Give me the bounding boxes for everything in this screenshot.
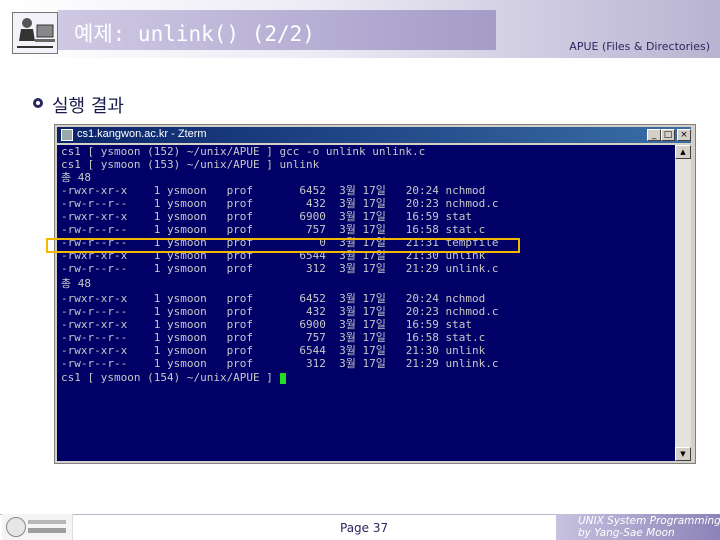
terminal-output[interactable]: cs1 [ ysmoon (152) ~/unix/APUE ] gcc -o … xyxy=(57,145,675,461)
scroll-down-button[interactable]: ▼ xyxy=(675,447,691,461)
terminal-line: -rw-r--r-- 1 ysmoon prof 757 3월 17일 16:5… xyxy=(61,223,486,236)
terminal-line: 총 48 xyxy=(61,171,91,184)
terminal-line: -rwxr-xr-x 1 ysmoon prof 6900 3월 17일 16:… xyxy=(61,210,472,223)
page-number: Page 37 xyxy=(340,521,389,535)
slide-title: 예제: unlink() (2/2) xyxy=(74,22,315,46)
close-button[interactable]: × xyxy=(677,129,691,141)
terminal-line: cs1 [ ysmoon (152) ~/unix/APUE ] gcc -o … xyxy=(61,145,426,158)
terminal-line: -rw-r--r-- 1 ysmoon prof 757 3월 17일 16:5… xyxy=(61,331,486,344)
terminal-title: cs1.kangwon.ac.kr - Zterm xyxy=(77,128,207,140)
terminal-line: -rwxr-xr-x 1 ysmoon prof 6900 3월 17일 16:… xyxy=(61,318,472,331)
terminal-line: -rwxr-xr-x 1 ysmoon prof 6544 3월 17일 21:… xyxy=(61,344,486,357)
scroll-up-button[interactable]: ▲ xyxy=(675,145,691,159)
terminal-line: -rw-r--r-- 1 ysmoon prof 432 3월 17일 20:2… xyxy=(61,197,499,210)
person-computer-icon xyxy=(12,12,58,54)
terminal-line: cs1 [ ysmoon (153) ~/unix/APUE ] unlink xyxy=(61,158,320,171)
terminal-line: 총 48 xyxy=(61,277,91,290)
section-subtitle: 실행 결과 xyxy=(52,96,124,117)
bullet-icon xyxy=(33,98,43,108)
terminal-line: -rw-r--r-- 1 ysmoon prof 312 3월 17일 21:2… xyxy=(61,262,499,275)
terminal-line: -rwxr-xr-x 1 ysmoon prof 6452 3월 17일 20:… xyxy=(61,292,486,305)
minimize-button[interactable]: _ xyxy=(647,129,661,141)
terminal-app-icon xyxy=(61,129,73,141)
terminal-prompt: cs1 [ ysmoon (154) ~/unix/APUE ] xyxy=(61,371,280,384)
footer-author: by Yang-Sae Moon xyxy=(578,527,675,539)
terminal-titlebar[interactable]: cs1.kangwon.ac.kr - Zterm _ □ × xyxy=(57,127,691,143)
footer-course-name: UNIX System Programming xyxy=(578,515,720,527)
course-label: APUE (Files & Directories) xyxy=(569,40,710,53)
tempfile-highlight-box xyxy=(46,238,520,253)
maximize-button[interactable]: □ xyxy=(661,129,675,141)
terminal-scrollbar[interactable]: ▲ ▼ xyxy=(675,145,691,461)
terminal-prompt-line: cs1 [ ysmoon (154) ~/unix/APUE ] xyxy=(61,371,286,384)
terminal-line: -rw-r--r-- 1 ysmoon prof 432 3월 17일 20:2… xyxy=(61,305,499,318)
university-logo xyxy=(2,514,73,540)
terminal-line: -rw-r--r-- 1 ysmoon prof 312 3월 17일 21:2… xyxy=(61,357,499,370)
terminal-line: -rwxr-xr-x 1 ysmoon prof 6452 3월 17일 20:… xyxy=(61,184,486,197)
terminal-window[interactable]: cs1.kangwon.ac.kr - Zterm _ □ × cs1 [ ys… xyxy=(54,124,696,464)
terminal-cursor xyxy=(279,372,286,384)
